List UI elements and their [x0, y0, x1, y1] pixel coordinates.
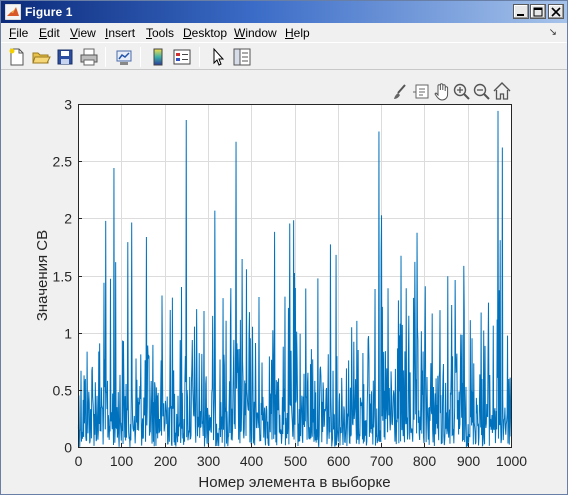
minimize-button[interactable] [513, 4, 529, 19]
zoom-out-icon[interactable] [473, 83, 490, 100]
save-icon[interactable] [55, 47, 75, 67]
x-tick-label: 0 [75, 453, 83, 469]
y-tick-label: 2.5 [53, 154, 73, 170]
legend-icon[interactable] [172, 47, 192, 67]
menu-edit[interactable]: Edit [39, 26, 60, 40]
figure-window: Figure 1 File Edit View Insert Tools Des… [0, 0, 568, 495]
x-tick-label: 500 [284, 453, 308, 469]
print-icon[interactable] [79, 47, 99, 67]
zoom-in-icon[interactable] [453, 83, 470, 100]
home-icon[interactable] [493, 82, 511, 100]
title-bar[interactable]: Figure 1 [1, 1, 567, 23]
property-inspector-icon[interactable] [232, 47, 252, 67]
y-tick-label: 0 [64, 440, 72, 456]
matlab-logo-icon [5, 4, 21, 20]
menu-view[interactable]: View [70, 26, 96, 40]
menu-desktop[interactable]: Desktop [183, 26, 227, 40]
close-button[interactable] [548, 4, 564, 19]
y-axis-ticks: 0 0.5 1 1.5 2 2.5 3 [53, 97, 82, 456]
menu-file[interactable]: File [9, 26, 28, 40]
y-axis-label: Значения СВ [34, 230, 51, 321]
menu-insert[interactable]: Insert [105, 26, 135, 40]
figure-canvas: 0 100 200 300 400 500 600 700 800 900 1000 0 0.5 1 1.… [1, 71, 567, 494]
maximize-button[interactable] [530, 4, 546, 19]
toolbar-separator [140, 47, 141, 67]
y-tick-label: 2 [64, 211, 72, 227]
toolbar-separator [105, 47, 106, 67]
toolbar-separator [199, 47, 200, 67]
axes-toolbar [394, 82, 511, 101]
y-tick-label: 1.5 [53, 269, 73, 285]
minimize-icon [517, 14, 524, 16]
colorbar-icon[interactable] [148, 47, 168, 67]
new-figure-icon[interactable] [7, 47, 27, 67]
x-tick-label: 600 [327, 453, 351, 469]
link-plot-icon[interactable] [114, 47, 134, 67]
x-tick-label: 200 [154, 453, 178, 469]
x-tick-label: 300 [197, 453, 221, 469]
window-title: Figure 1 [25, 5, 73, 19]
figure-toolbar [1, 42, 567, 70]
maximize-icon [533, 7, 543, 17]
menu-window[interactable]: Window [234, 26, 277, 40]
datatip-icon[interactable] [413, 84, 429, 99]
y-tick-label: 3 [64, 97, 72, 113]
x-axis-label: Номер элемента в выборке [198, 474, 390, 491]
x-tick-label: 800 [413, 453, 437, 469]
x-tick-label: 400 [240, 453, 264, 469]
menu-tools[interactable]: Tools [146, 26, 174, 40]
menu-help[interactable]: Help [285, 26, 310, 40]
chart[interactable]: 0 100 200 300 400 500 600 700 800 900 1000 0 0.5 1 1.… [1, 71, 567, 494]
close-icon [551, 7, 561, 17]
x-tick-label: 1000 [496, 453, 527, 469]
x-tick-label: 900 [457, 453, 481, 469]
y-tick-label: 1 [64, 326, 72, 342]
x-tick-label: 700 [370, 453, 394, 469]
pan-icon[interactable] [434, 83, 449, 101]
y-tick-label: 0.5 [53, 383, 73, 399]
x-tick-label: 100 [110, 453, 134, 469]
menu-dock-arrow-icon[interactable]: ↘ [549, 27, 557, 38]
edit-plot-icon[interactable] [208, 47, 228, 67]
menu-bar: File Edit View Insert Tools Desktop Wind… [1, 23, 567, 42]
brush-icon[interactable] [394, 84, 406, 99]
open-file-icon[interactable] [31, 47, 51, 67]
